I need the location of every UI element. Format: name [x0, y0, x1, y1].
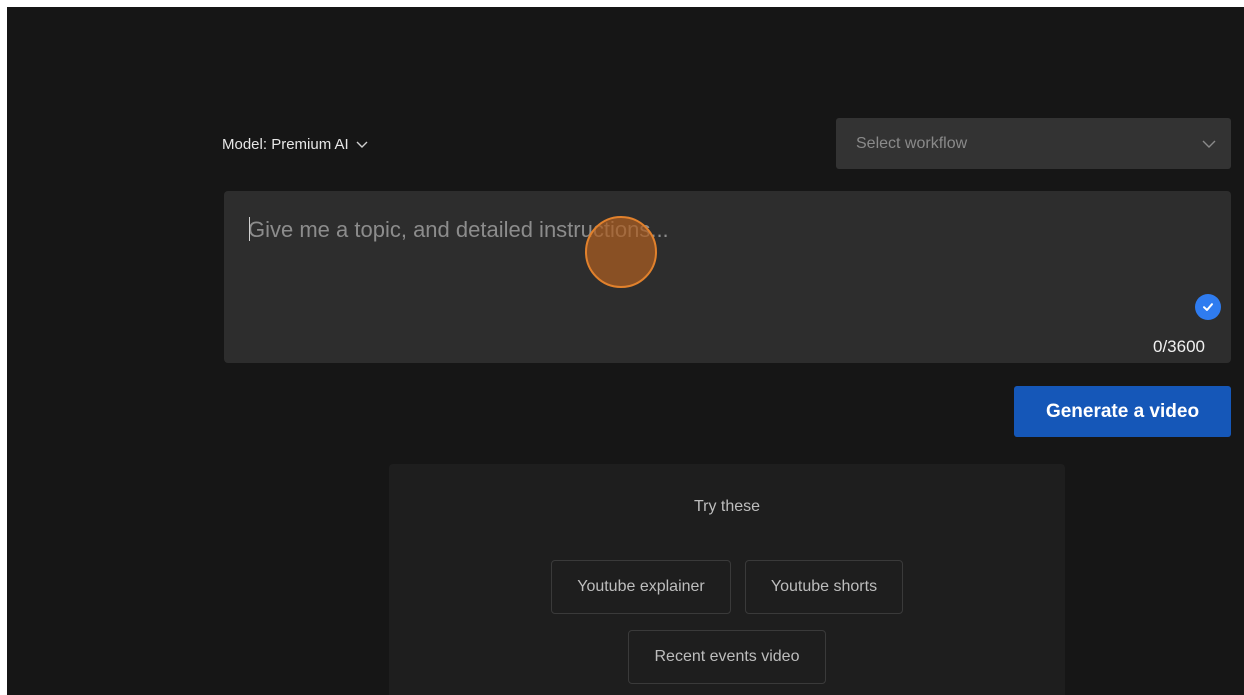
workflow-select[interactable]: Select workflow	[836, 118, 1231, 169]
suggestion-youtube-shorts[interactable]: Youtube shorts	[745, 560, 903, 614]
check-icon[interactable]	[1195, 294, 1221, 320]
char-counter: 0/3600	[1153, 337, 1205, 356]
model-selector[interactable]: Model: Premium AI	[222, 134, 369, 154]
suggestion-youtube-explainer[interactable]: Youtube explainer	[551, 560, 731, 614]
model-label: Model: Premium AI	[222, 136, 349, 153]
generate-video-button[interactable]: Generate a video	[1014, 386, 1231, 437]
suggestions-panel: Try these Youtube explainer Youtube shor…	[389, 464, 1065, 695]
workflow-select-placeholder: Select workflow	[856, 134, 968, 152]
chevron-down-icon	[1202, 140, 1216, 148]
model-prefix: Model:	[222, 135, 268, 153]
suggestion-recent-events-video[interactable]: Recent events video	[628, 630, 826, 684]
suggestions-title: Try these	[693, 498, 761, 515]
app-root: Model: Premium AI Select workflow 0/3600…	[7, 7, 1244, 695]
text-caret	[249, 217, 250, 241]
prompt-box: 0/3600	[224, 191, 1231, 363]
model-value: Premium AI	[271, 135, 349, 153]
checkmark-glyph	[1203, 303, 1213, 311]
prompt-input[interactable]	[248, 215, 1148, 245]
chevron-down-icon	[356, 141, 368, 148]
